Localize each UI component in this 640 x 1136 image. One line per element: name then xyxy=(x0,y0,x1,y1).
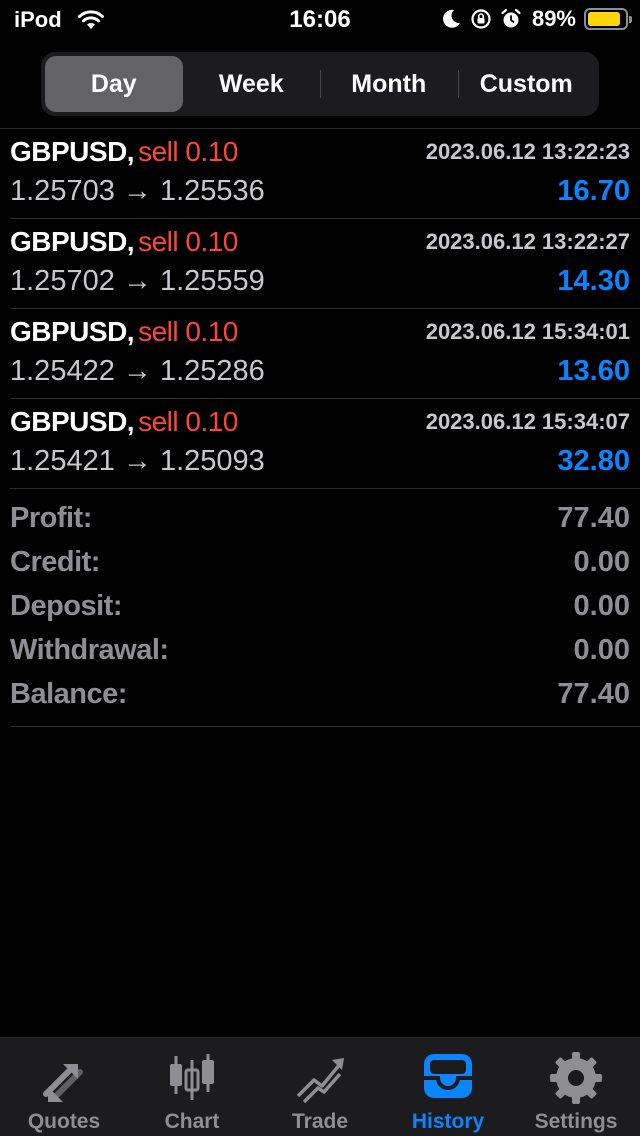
history-inbox-icon xyxy=(424,1054,472,1098)
trade-icon xyxy=(296,1058,344,1104)
deal-open-price: 1.25702 xyxy=(10,265,115,297)
deal-profit: 32.80 xyxy=(557,445,630,477)
credit-label: Credit: xyxy=(10,546,100,578)
battery-percent: 89% xyxy=(531,6,576,31)
deal-side: sell xyxy=(138,406,179,437)
account-summary: Profit: 77.40 Credit: 0.00 Deposit: 0.00… xyxy=(10,500,630,720)
deal-close-price: 1.25286 xyxy=(159,355,265,387)
deal-volume: 0.10 xyxy=(185,136,238,167)
deals-list: GBPUSD, sell 0.10 2023.06.12 13:22:23 1.2… xyxy=(0,129,640,489)
deal-volume: 0.10 xyxy=(185,406,238,437)
deal-symbol: GBPUSD xyxy=(10,136,127,167)
candlestick-chart-icon xyxy=(170,1054,214,1100)
withdrawal-label: Withdrawal: xyxy=(10,634,169,666)
period-segmented-control: Day Week Month Custom xyxy=(41,52,599,116)
deal-title: GBPUSD, sell 0.10 xyxy=(10,316,238,347)
deal-profit: 14.30 xyxy=(557,265,630,297)
deal-row[interactable]: GBPUSD, sell 0.10 2023.06.12 13:22:27 1.2… xyxy=(10,219,640,309)
tab-history[interactable]: History xyxy=(384,1038,512,1136)
deal-datetime: 2023.06.12 13:22:23 xyxy=(425,139,630,164)
divider xyxy=(10,726,640,727)
deal-prices: 1.25422 → 1.25286 xyxy=(10,355,265,387)
summary-row-profit: Profit: 77.40 xyxy=(10,500,630,544)
deposit-value: 0.00 xyxy=(573,590,630,622)
deposit-label: Deposit: xyxy=(10,590,123,622)
orientation-lock-icon xyxy=(471,9,491,29)
deal-datetime: 2023.06.12 13:22:27 xyxy=(425,229,630,254)
tab-quotes[interactable]: Quotes xyxy=(0,1038,128,1136)
deal-row[interactable]: GBPUSD, sell 0.10 2023.06.12 15:34:07 1.2… xyxy=(10,399,640,489)
summary-row-deposit: Deposit: 0.00 xyxy=(10,588,630,632)
deal-title: GBPUSD, sell 0.10 xyxy=(10,136,238,167)
deal-open-price: 1.25703 xyxy=(10,175,115,207)
status-bar: iPod 16:06 89% xyxy=(0,0,640,40)
withdrawal-value: 0.00 xyxy=(573,634,630,666)
gear-icon xyxy=(550,1052,602,1104)
tab-settings[interactable]: Settings xyxy=(512,1038,640,1136)
deal-datetime: 2023.06.12 15:34:07 xyxy=(425,409,630,434)
balance-value: 77.40 xyxy=(557,678,630,710)
tab-trade[interactable]: Trade xyxy=(256,1038,384,1136)
deal-datetime: 2023.06.12 15:34:01 xyxy=(425,319,630,344)
deal-side: sell xyxy=(138,316,179,347)
deal-close-price: 1.25559 xyxy=(159,265,265,297)
deal-profit: 16.70 xyxy=(557,175,630,207)
deal-volume: 0.10 xyxy=(185,226,238,257)
deal-side: sell xyxy=(138,226,179,257)
alarm-icon xyxy=(501,8,521,28)
deal-prices: 1.25702 → 1.25559 xyxy=(10,265,265,297)
summary-row-balance: Balance: 77.40 xyxy=(10,676,630,720)
quotes-icon xyxy=(43,1064,83,1102)
tab-quotes-label: Quotes xyxy=(27,1110,101,1133)
tab-chart-label: Chart xyxy=(164,1110,220,1133)
tab-month[interactable]: Month xyxy=(320,56,458,112)
profit-label: Profit: xyxy=(10,502,92,534)
moon-icon xyxy=(443,9,460,28)
deal-close-price: 1.25536 xyxy=(159,175,265,207)
tab-settings-label: Settings xyxy=(534,1110,618,1133)
deal-prices: 1.25703 → 1.25536 xyxy=(10,175,265,207)
battery-level xyxy=(588,12,621,26)
deal-open-price: 1.25421 xyxy=(10,445,115,477)
deal-symbol: GBPUSD xyxy=(10,226,127,257)
battery-icon xyxy=(584,8,632,30)
deal-symbol: GBPUSD xyxy=(10,406,127,437)
profit-value: 77.40 xyxy=(557,502,630,534)
deal-profit: 13.60 xyxy=(557,355,630,387)
deal-symbol: GBPUSD xyxy=(10,316,127,347)
tab-bar: Quotes Chart Trade History Settings xyxy=(0,1037,640,1136)
deal-open-price: 1.25422 xyxy=(10,355,115,387)
tab-custom[interactable]: Custom xyxy=(457,56,596,112)
tab-day[interactable]: Day xyxy=(45,56,183,112)
deal-title: GBPUSD, sell 0.10 xyxy=(10,226,238,257)
tab-chart[interactable]: Chart xyxy=(128,1038,256,1136)
deal-side: sell xyxy=(138,136,179,167)
balance-label: Balance: xyxy=(10,678,127,710)
summary-row-credit: Credit: 0.00 xyxy=(10,544,630,588)
summary-row-withdrawal: Withdrawal: 0.00 xyxy=(10,632,630,676)
credit-value: 0.00 xyxy=(573,546,630,578)
deal-row[interactable]: GBPUSD, sell 0.10 2023.06.12 13:22:23 1.2… xyxy=(10,129,640,219)
deal-title: GBPUSD, sell 0.10 xyxy=(10,406,238,437)
deal-row[interactable]: GBPUSD, sell 0.10 2023.06.12 15:34:01 1.2… xyxy=(10,309,640,399)
tab-trade-label: Trade xyxy=(291,1110,349,1133)
deal-close-price: 1.25093 xyxy=(159,445,265,477)
tab-history-label: History xyxy=(411,1110,485,1133)
deal-volume: 0.10 xyxy=(185,316,238,347)
tab-week[interactable]: Week xyxy=(183,56,321,112)
deal-prices: 1.25421 → 1.25093 xyxy=(10,445,265,477)
